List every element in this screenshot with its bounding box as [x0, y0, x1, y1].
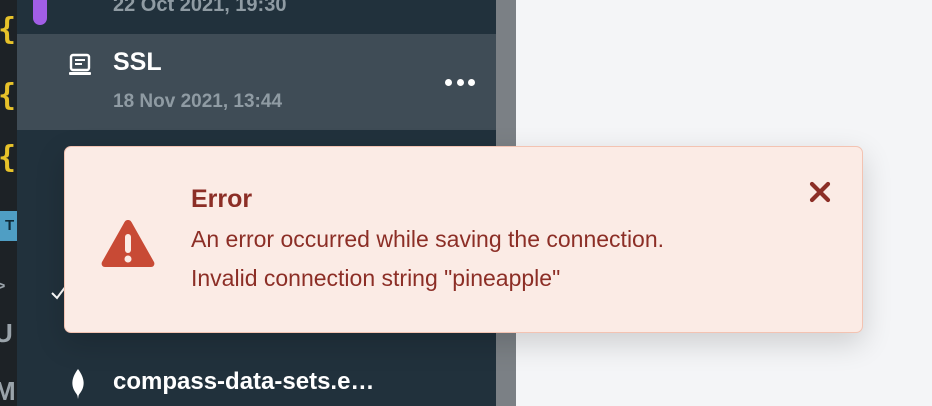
code-tag: T — [0, 211, 17, 241]
connection-icon — [69, 53, 91, 75]
toast-detail: Invalid connection string "pineapple" — [191, 265, 561, 291]
connection-title: SSL — [113, 48, 162, 76]
ellipsis-icon — [456, 78, 464, 86]
ellipsis-icon — [468, 78, 475, 86]
connection-item-compass-data-sets[interactable]: compass-data-sets.e… — [17, 355, 496, 406]
more-options-button[interactable] — [443, 72, 477, 92]
app-window: { { { T > U M 22 Oct 2021, 19:30 SSL 18 … — [0, 0, 932, 406]
brace-glyph: { — [0, 15, 16, 45]
previous-item-date: 22 Oct 2021, 19:30 — [113, 0, 287, 16]
code-glyph: U — [0, 318, 13, 348]
code-glyph: > — [0, 278, 6, 295]
connection-item-ssl[interactable]: SSL 18 Nov 2021, 13:44 — [17, 34, 496, 130]
toast-title: Error — [191, 185, 253, 213]
mongodb-leaf-icon — [72, 369, 84, 399]
brace-glyph: { — [0, 143, 16, 173]
code-glyph: M — [0, 376, 16, 406]
toast-message: An error occurred while saving the conne… — [191, 226, 665, 252]
code-editor-edge: { { { T > U M — [0, 0, 17, 406]
brace-glyph: { — [0, 81, 16, 111]
warning-icon — [101, 220, 155, 267]
favorite-color-bar — [33, 0, 47, 25]
error-toast: Error An error occurred while saving the… — [64, 146, 863, 333]
connection-title: compass-data-sets.e… — [113, 368, 375, 395]
ellipsis-icon — [445, 78, 452, 86]
connection-date: 18 Nov 2021, 13:44 — [113, 91, 283, 112]
close-icon[interactable] — [805, 177, 835, 207]
